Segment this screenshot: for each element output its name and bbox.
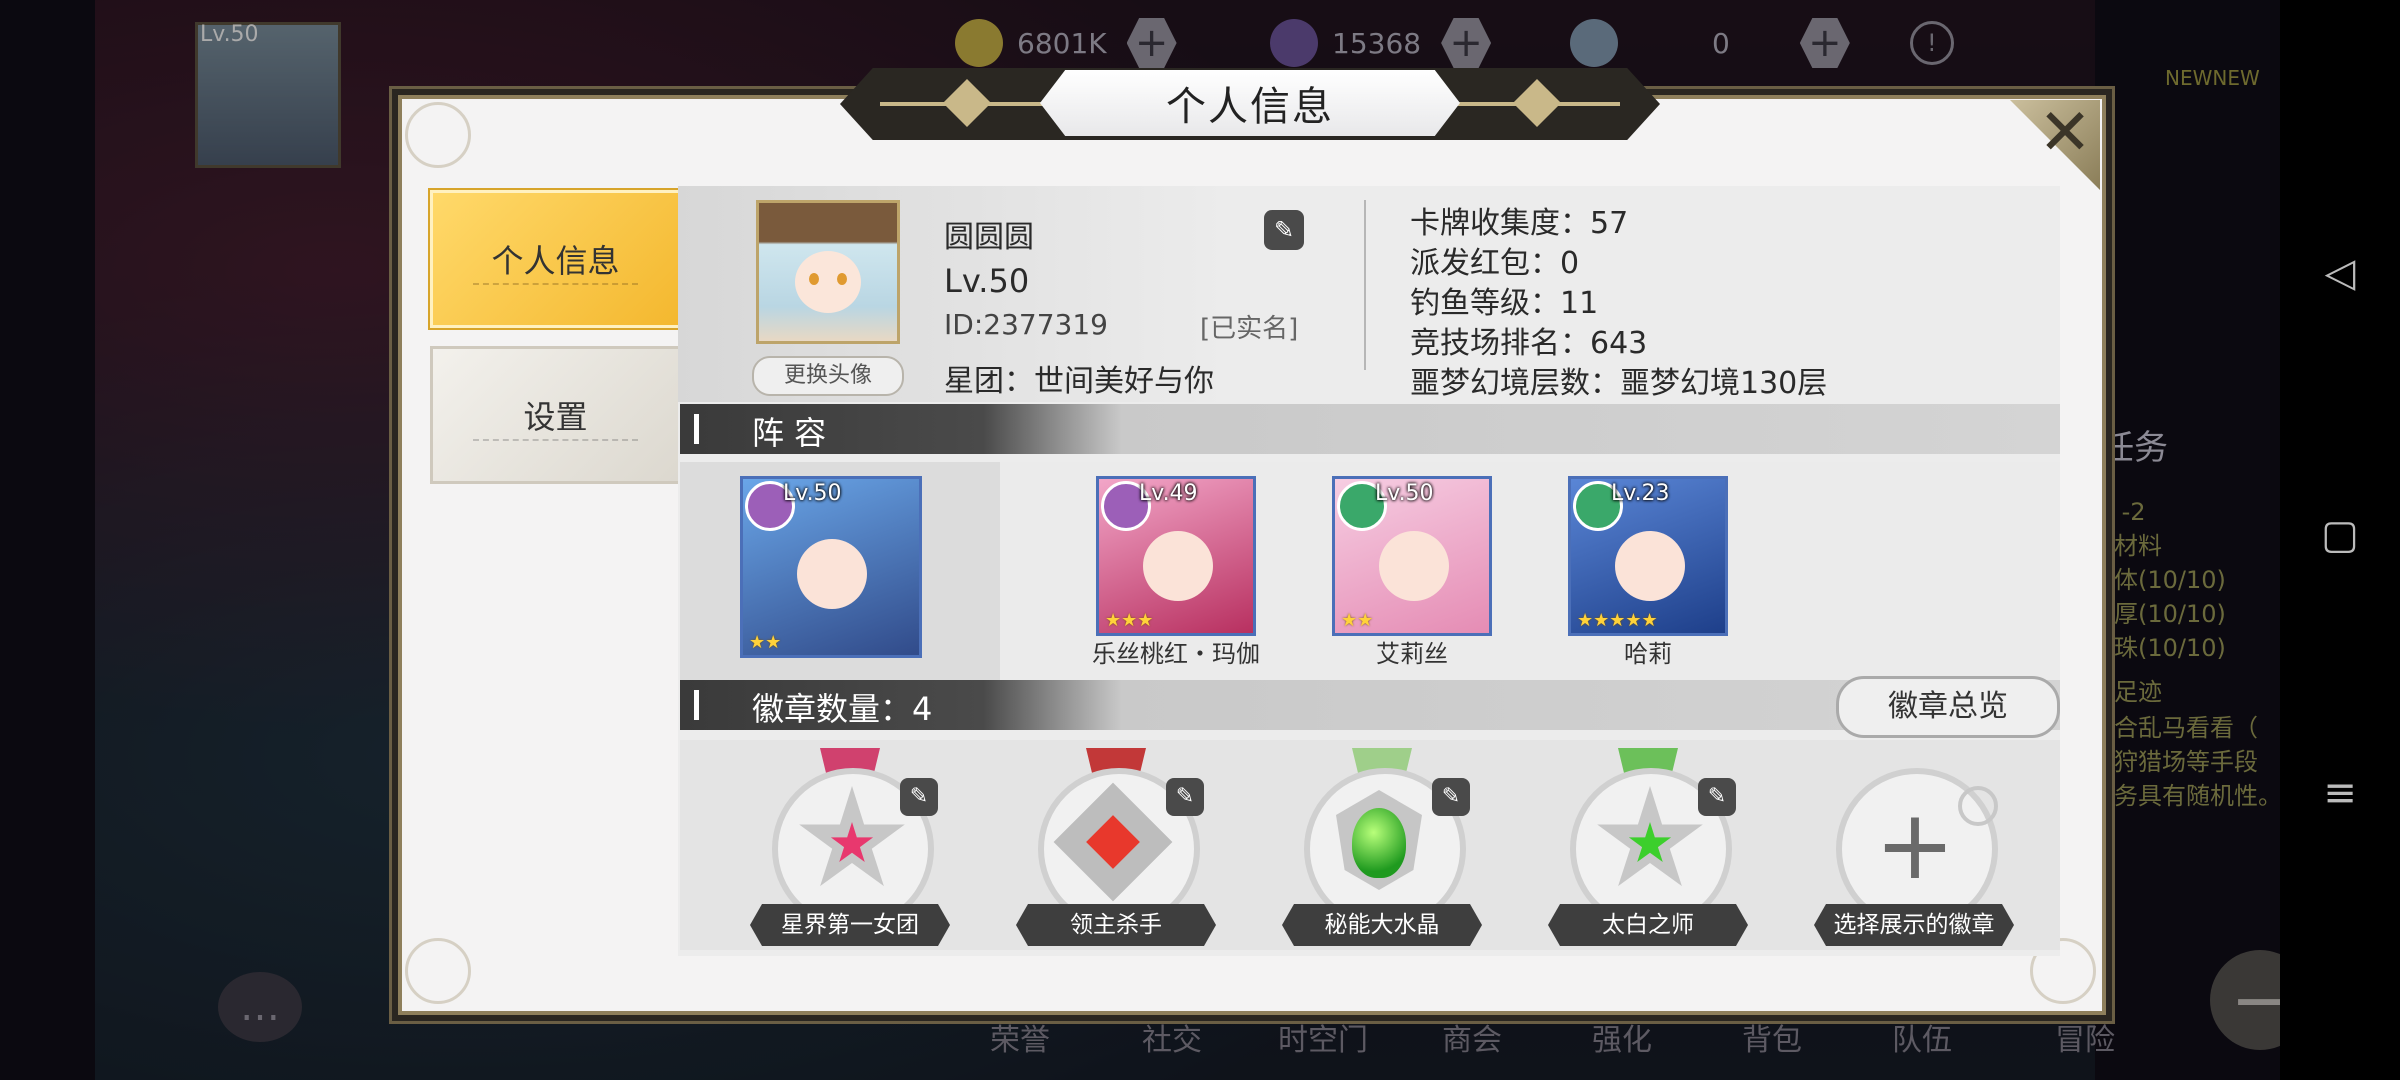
tab-settings[interactable]: 设置 <box>430 346 681 484</box>
new-tag: NEWNEW <box>2165 66 2260 90</box>
crystal-resource: 15368 + <box>1270 8 1492 78</box>
tab-label: 设置 <box>523 398 588 436</box>
add-crystal-button[interactable]: + <box>1441 18 1492 68</box>
task-text: 很厚(10/10) <box>2090 600 2226 628</box>
badge-label: 星界第一女团 <box>750 904 950 946</box>
badge-label: 太白之师 <box>1548 904 1748 946</box>
player-name: 圆圆圆 <box>944 220 1034 255</box>
hero-card-2[interactable]: Lv.49 ★★★ <box>1096 476 1256 636</box>
change-avatar-button[interactable]: 更换头像 <box>752 356 904 396</box>
player-id: ID:2377319 <box>944 308 1108 341</box>
plus-icon[interactable]: + <box>1870 797 1960 893</box>
alert-icon[interactable]: ! <box>1909 21 1954 65</box>
menu-social[interactable]: 社交 <box>1142 1015 1202 1059</box>
stat-fishing-level: 钓鱼等级：11 <box>1410 286 1599 321</box>
badge-label: 领主杀手 <box>1016 904 1216 946</box>
menu-honor[interactable]: 荣誉 <box>990 1015 1050 1059</box>
close-icon[interactable]: ✕ <box>2030 98 2100 168</box>
task-text: 百合乱马看看（ <box>2090 714 2258 742</box>
back-icon[interactable]: ◁ <box>2310 250 2370 296</box>
stat-red-packet: 派发红包：0 <box>1410 246 1580 281</box>
hero-card-leader[interactable]: Lv.50 ★★ <box>740 476 922 658</box>
badge-overview-button[interactable]: 徽章总览 <box>1836 676 2060 738</box>
menu-enhance[interactable]: 强化 <box>1592 1015 1652 1059</box>
hero-name: 艾莉丝 <box>1376 640 1448 668</box>
task-text: 红狩猎场等手段 <box>2090 748 2258 776</box>
menu-team[interactable]: 队伍 <box>1892 1015 1952 1059</box>
dialog-title: 个人信息 <box>1040 70 1460 136</box>
task-text: 素体(10/10) <box>2090 566 2226 594</box>
menu-bag[interactable]: 背包 <box>1742 1015 1802 1059</box>
verified-tag: [已实名] <box>1200 314 1299 344</box>
task-label[interactable]: 任务 <box>2100 420 2168 469</box>
gold-resource: 6801K + <box>955 8 1177 78</box>
hero-card-4[interactable]: Lv.23 ★★★★★ <box>1568 476 1728 636</box>
task-text: 珍珠(10/10) <box>2090 634 2226 662</box>
hero-name: 哈莉 <box>1624 640 1672 668</box>
system-nav-bar: ◁ ▢ ≡ <box>2280 0 2400 1080</box>
rainbow-gem-icon <box>1570 19 1618 67</box>
task-text: 任务具有随机性。 <box>2090 782 2282 810</box>
lineup-title: 阵 容 <box>752 414 827 452</box>
stat-arena-rank: 竞技场排名：643 <box>1410 326 1648 361</box>
badge-label: 秘能大水晶 <box>1282 904 1482 946</box>
corner-ornament <box>405 938 471 1004</box>
gem-resource: 0 + ! <box>1570 8 1954 78</box>
edit-badge-icon[interactable]: ✎ <box>1166 778 1204 816</box>
add-gold-button[interactable]: + <box>1126 18 1177 68</box>
hero-card-3[interactable]: Lv.50 ★★ <box>1332 476 1492 636</box>
tab-label: 个人信息 <box>491 242 620 280</box>
add-gem-button[interactable]: + <box>1799 18 1850 68</box>
edit-badge-icon[interactable]: ✎ <box>1698 778 1736 816</box>
lineup-header <box>680 404 2060 454</box>
hero-name: 乐丝桃红・玛伽 <box>1092 640 1260 668</box>
stat-card-collection: 卡牌收集度：57 <box>1410 206 1629 241</box>
purple-crystal-icon <box>1270 19 1318 67</box>
menu-guild[interactable]: 商会 <box>1442 1015 1502 1059</box>
gold-coin-icon <box>955 19 1003 67</box>
edit-badge-icon[interactable]: ✎ <box>900 778 938 816</box>
green-crystal-icon <box>1352 808 1406 878</box>
player-level-background: Lv.50 <box>200 22 259 47</box>
edit-name-icon[interactable]: ✎ <box>1264 210 1304 250</box>
edit-badge-icon[interactable]: ✎ <box>1432 778 1470 816</box>
chat-bubble-icon[interactable]: … <box>218 972 302 1042</box>
stat-nightmare-floor: 噩梦幻境层数：噩梦幻境130层 <box>1410 366 1828 401</box>
profile-avatar[interactable] <box>756 200 900 344</box>
divider <box>1364 200 1366 370</box>
menu-adventure[interactable]: 冒险 <box>2055 1015 2115 1059</box>
corner-ornament <box>405 102 471 168</box>
guild-name: 星团：世间美好与你 <box>944 364 1214 399</box>
menu-time-gate[interactable]: 时空门 <box>1278 1015 1368 1059</box>
badge-label[interactable]: 选择展示的徽章 <box>1814 904 2014 946</box>
menu-lines-icon[interactable]: ≡ <box>2310 770 2370 816</box>
ring-ornament-icon <box>1958 786 1998 826</box>
badge-count: 徽章数量：4 <box>752 690 933 728</box>
player-level: Lv.50 <box>944 262 1030 300</box>
tab-personal-info[interactable]: 个人信息 <box>430 190 681 328</box>
home-icon[interactable]: ▢ <box>2310 512 2370 558</box>
